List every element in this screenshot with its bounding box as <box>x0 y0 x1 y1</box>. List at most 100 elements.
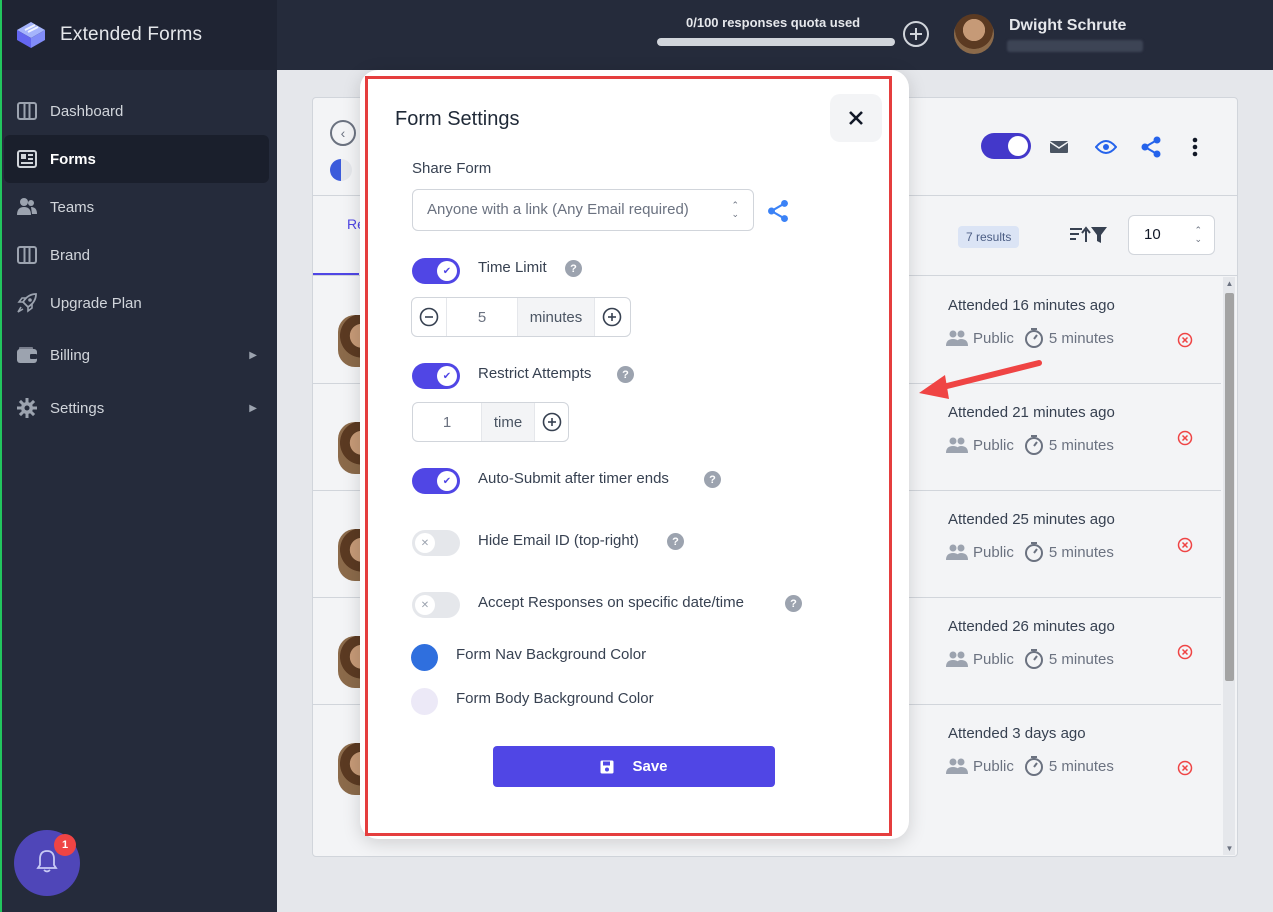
auto-submit-toggle[interactable]: ✔ <box>412 468 460 494</box>
share-icon[interactable] <box>765 198 791 224</box>
help-icon[interactable]: ? <box>667 533 684 550</box>
chevron-left-icon: ‹ <box>340 125 346 141</box>
notifications-button[interactable]: 1 <box>14 830 80 896</box>
users-icon <box>946 544 968 560</box>
save-button-label: Save <box>632 758 668 775</box>
restrict-attempts-unit: time <box>482 403 534 441</box>
duration-text: 5 minutes <box>1048 650 1114 668</box>
accept-responses-toggle[interactable]: ✕ <box>412 592 460 618</box>
theme-half-circle-icon[interactable] <box>330 159 352 181</box>
per-page-select[interactable]: 10 ⌃ ⌄ <box>1128 215 1215 255</box>
help-icon[interactable]: ? <box>785 595 802 612</box>
sidebar-item-billing[interactable]: Billing ▶ <box>4 331 269 379</box>
quota-text: 0/100 responses quota used <box>686 15 861 30</box>
quota-progress-bar <box>657 38 895 46</box>
time-limit-unit: minutes <box>518 298 594 336</box>
sidebar-nav: Dashboard Forms Teams Brand Upgrade Plan <box>2 70 277 432</box>
row-meta: Public 5 minutes <box>946 541 1114 563</box>
more-vertical-icon[interactable] <box>1182 134 1208 160</box>
sidebar-item-brand[interactable]: Brand <box>4 231 269 279</box>
gear-icon <box>16 397 38 419</box>
share-form-select[interactable]: Anyone with a link (Any Email required) … <box>412 189 754 231</box>
duration-text: 5 minutes <box>1048 543 1114 561</box>
restrict-attempts-input[interactable]: 1 <box>413 403 482 441</box>
scroll-down-arrow-icon[interactable]: ▼ <box>1225 844 1234 853</box>
increment-button[interactable] <box>594 298 628 336</box>
sidebar-item-upgrade-plan[interactable]: Upgrade Plan <box>4 279 269 327</box>
delete-circle-icon[interactable] <box>1177 537 1193 553</box>
columns-icon <box>16 244 38 266</box>
check-icon: ✔ <box>437 261 457 281</box>
eye-icon[interactable] <box>1093 134 1119 160</box>
attended-time: Attended 26 minutes ago <box>948 618 1115 635</box>
minus-circle-icon <box>419 307 439 327</box>
visibility-text: Public <box>973 436 1014 454</box>
sidebar-item-settings[interactable]: Settings ▶ <box>4 384 269 432</box>
sidebar-item-label: Teams <box>50 198 95 216</box>
x-icon: ✕ <box>415 533 435 553</box>
user-name[interactable]: Dwight Schrute <box>1009 17 1126 35</box>
form-active-toggle[interactable] <box>981 133 1031 159</box>
help-icon[interactable]: ? <box>704 471 721 488</box>
back-button[interactable]: ‹ <box>330 120 356 146</box>
sidebar-item-dashboard[interactable]: Dashboard <box>4 87 269 135</box>
bell-icon <box>36 849 58 878</box>
help-icon[interactable]: ? <box>617 366 634 383</box>
notification-count-badge: 1 <box>54 834 76 856</box>
active-tab-indicator <box>313 273 359 275</box>
hide-email-toggle[interactable]: ✕ <box>412 530 460 556</box>
time-limit-toggle[interactable]: ✔ <box>412 258 460 284</box>
auto-submit-label: Auto-Submit after timer ends <box>478 470 669 487</box>
visibility-text: Public <box>973 543 1014 561</box>
close-icon <box>849 111 863 125</box>
rocket-icon <box>16 292 38 314</box>
decrement-button[interactable] <box>412 298 446 336</box>
hide-email-label: Hide Email ID (top-right) <box>478 532 639 549</box>
nav-color-swatch[interactable] <box>411 644 438 671</box>
sidebar-item-teams[interactable]: Teams <box>4 183 269 231</box>
row-meta: Public 5 minutes <box>946 327 1114 349</box>
share-form-value: Anyone with a link (Any Email required) <box>427 201 689 218</box>
delete-circle-icon[interactable] <box>1177 760 1193 776</box>
scroll-thumb[interactable] <box>1225 293 1234 681</box>
add-quota-icon[interactable] <box>902 20 930 48</box>
duration-text: 5 minutes <box>1048 757 1114 775</box>
stopwatch-icon <box>1024 435 1043 455</box>
delete-circle-icon[interactable] <box>1177 332 1193 348</box>
stopwatch-icon <box>1024 542 1043 562</box>
form-settings-modal: Form Settings Share Form Anyone with a l… <box>360 70 909 839</box>
save-button[interactable]: Save <box>493 746 775 787</box>
stopwatch-icon <box>1024 649 1043 669</box>
delete-circle-icon[interactable] <box>1177 644 1193 660</box>
increment-button[interactable] <box>534 403 568 441</box>
select-caret-icon: ⌃ ⌄ <box>731 200 739 219</box>
time-limit-input[interactable]: 5 <box>446 298 518 336</box>
body-color-swatch[interactable] <box>411 688 438 715</box>
columns-icon <box>16 100 38 122</box>
document-icon <box>16 148 38 170</box>
plus-circle-icon <box>602 307 621 327</box>
row-meta: Public 5 minutes <box>946 755 1114 777</box>
sort-filter-icon[interactable] <box>1069 224 1111 246</box>
close-button[interactable] <box>830 94 882 142</box>
scrollbar[interactable]: ▲ ▼ <box>1223 277 1235 855</box>
brand[interactable]: Extended Forms <box>2 0 277 70</box>
nav-color-label: Form Nav Background Color <box>456 646 647 663</box>
visibility-text: Public <box>973 757 1014 775</box>
delete-circle-icon[interactable] <box>1177 430 1193 446</box>
restrict-attempts-label: Restrict Attempts <box>478 365 592 382</box>
sidebar-item-label: Forms <box>50 150 96 168</box>
avatar[interactable] <box>954 14 994 54</box>
restrict-attempts-toggle[interactable]: ✔ <box>412 363 460 389</box>
scroll-up-arrow-icon[interactable]: ▲ <box>1225 279 1234 288</box>
duration-text: 5 minutes <box>1048 329 1114 347</box>
sidebar-item-label: Upgrade Plan <box>50 294 142 312</box>
sidebar-item-label: Dashboard <box>50 102 124 120</box>
share-icon[interactable] <box>1138 134 1164 160</box>
row-meta: Public 5 minutes <box>946 434 1114 456</box>
plus-circle-icon <box>542 412 561 432</box>
mail-icon[interactable] <box>1046 134 1072 160</box>
help-icon[interactable]: ? <box>565 260 582 277</box>
users-icon <box>16 196 38 218</box>
sidebar-item-forms[interactable]: Forms <box>4 135 269 183</box>
